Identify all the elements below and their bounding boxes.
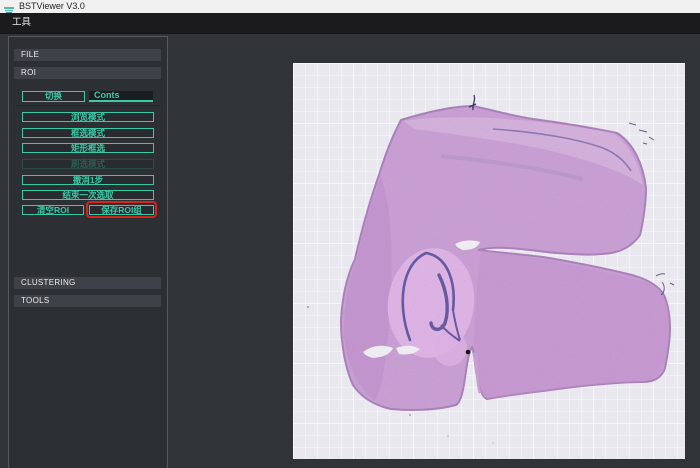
section-file[interactable]: FILE [14, 49, 161, 61]
brush-select-mode-button: 刷选模式 [22, 159, 154, 169]
bstviewer-window: { "window": { "title": "BSTViewer V3.0" … [0, 0, 700, 468]
app-logo-icon [4, 2, 15, 11]
menu-tools[interactable]: 工具 [8, 13, 35, 33]
section-clustering[interactable]: CLUSTERING [14, 277, 161, 289]
brain-tissue-slide [293, 63, 685, 459]
section-roi[interactable]: ROI [14, 67, 161, 79]
group-divider [15, 105, 161, 106]
window-title: BSTViewer V3.0 [19, 0, 85, 13]
clear-roi-button[interactable]: 清空ROI [22, 205, 84, 215]
rect-select-button[interactable]: 矩形框选 [22, 143, 154, 153]
end-selection-button[interactable]: 结束一次选取 [22, 190, 154, 200]
titlebar: BSTViewer V3.0 [0, 0, 700, 13]
menubar: 工具 [0, 13, 700, 34]
conts-tab[interactable]: Conts [89, 91, 153, 102]
specimen-image-viewer[interactable] [293, 63, 685, 459]
marker-dot [466, 350, 471, 355]
browse-mode-button[interactable]: 浏览模式 [22, 112, 154, 122]
toggle-button[interactable]: 切换 [22, 91, 85, 102]
section-tools[interactable]: TOOLS [14, 295, 161, 307]
box-select-mode-button[interactable]: 框选模式 [22, 128, 154, 138]
sidebar: FILE ROI 切换 Conts 浏览模式 框选模式 矩形框选 刷选模式 撤消… [8, 36, 168, 468]
undo-step-button[interactable]: 撤消1步 [22, 175, 154, 185]
save-roi-group-button[interactable]: 保存ROI组 [89, 205, 154, 215]
